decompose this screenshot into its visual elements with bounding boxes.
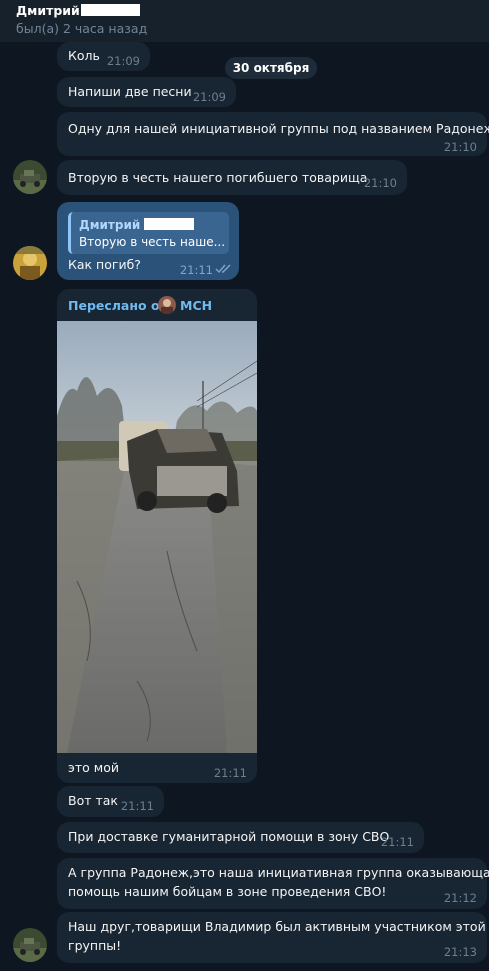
message-bubble[interactable]: Коль 21:09 bbox=[57, 42, 150, 71]
message-time: 21:09 bbox=[106, 54, 140, 68]
message-bubble[interactable]: При доставке гуманитарной помощи в зону … bbox=[57, 822, 424, 853]
message-time: 21:11 bbox=[120, 799, 154, 813]
message-bubble[interactable]: Одну для нашей инициативной группы под н… bbox=[57, 112, 489, 156]
contact-avatar[interactable] bbox=[13, 928, 47, 962]
redaction-bar bbox=[81, 4, 140, 16]
message-time: 21:09 bbox=[192, 90, 226, 104]
message-text: Напиши две песни bbox=[68, 84, 192, 99]
message-time: 21:10 bbox=[363, 176, 397, 190]
message-time: 21:10 bbox=[443, 140, 477, 154]
message-text: Вторую в честь нашего погибшего товарища bbox=[68, 170, 368, 185]
message-text: Как погиб? bbox=[68, 257, 141, 272]
reply-quote[interactable]: Дмитрий Вторую в честь наше... bbox=[68, 212, 229, 254]
message-bubble[interactable]: Вот так 21:11 bbox=[57, 786, 164, 817]
forwarded-photo-message[interactable]: Переслано от МСН это мой 21:11 bbox=[57, 289, 257, 783]
message-bubble[interactable]: Напиши две песни 21:09 bbox=[57, 77, 236, 107]
message-text: Коль bbox=[68, 48, 100, 63]
reply-text: Вторую в честь наше... bbox=[79, 235, 226, 249]
contact-avatar[interactable] bbox=[13, 160, 47, 194]
message-text: Вот так bbox=[68, 793, 118, 808]
date-separator: 30 октября bbox=[225, 57, 317, 79]
message-time: 21:12 bbox=[443, 891, 477, 905]
message-bubble[interactable]: А группа Радонеж,это наша инициативная г… bbox=[57, 858, 489, 909]
message-time: 21:13 bbox=[443, 945, 477, 959]
last-seen-status: был(а) 2 часа назад bbox=[16, 21, 148, 36]
message-text: Одну для нашей инициативной группы под н… bbox=[68, 121, 489, 136]
forward-source-name[interactable]: МСН bbox=[180, 297, 212, 315]
contact-name[interactable]: Дмитрий bbox=[16, 3, 80, 18]
outgoing-message-bubble[interactable]: Дмитрий Вторую в честь наше... Как погиб… bbox=[57, 202, 239, 280]
message-time: 21:11 bbox=[213, 766, 247, 780]
double-check-icon bbox=[215, 264, 231, 274]
message-time: 21:11 bbox=[179, 263, 213, 277]
redaction-bar bbox=[144, 218, 194, 230]
message-bubble[interactable]: Наш друг,товарищи Владимир был активным … bbox=[57, 912, 487, 963]
message-text: При доставке гуманитарной помощи в зону … bbox=[68, 829, 390, 844]
chat-header[interactable]: Дмитрий был(а) 2 часа назад bbox=[0, 0, 489, 42]
own-avatar[interactable] bbox=[13, 246, 47, 280]
message-time: 21:11 bbox=[380, 835, 414, 849]
message-text-line: Наш друг,товарищи Владимир был активным … bbox=[68, 919, 486, 934]
forwarded-label: Переслано от bbox=[68, 298, 167, 313]
reply-author: Дмитрий bbox=[79, 218, 141, 232]
forward-source-avatar[interactable] bbox=[158, 296, 176, 314]
message-text-line: помощь нашим бойцам в зоне проведения СВ… bbox=[68, 884, 387, 899]
message-text-line: группы! bbox=[68, 938, 122, 953]
photo-burned-car[interactable] bbox=[57, 321, 257, 753]
message-text-line: А группа Радонеж,это наша инициативная г… bbox=[68, 865, 489, 880]
photo-caption: это мой bbox=[68, 760, 119, 775]
message-bubble[interactable]: Вторую в честь нашего погибшего товарища… bbox=[57, 160, 407, 195]
